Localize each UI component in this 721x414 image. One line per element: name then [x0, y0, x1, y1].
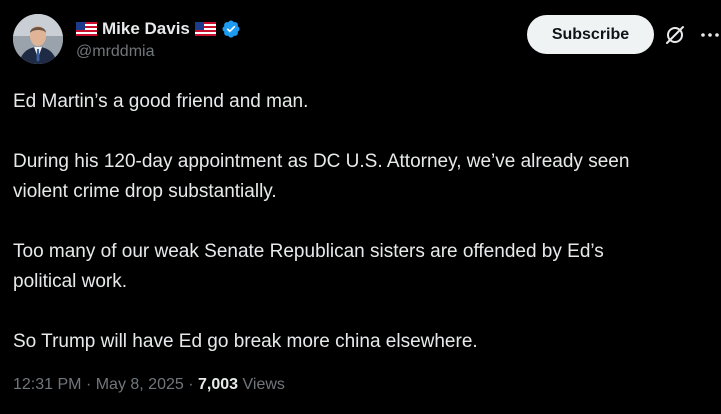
views-label: Views [242, 376, 285, 393]
tweet-line: violent crime drop substantially. [13, 181, 277, 202]
tweet-paragraph: During his 120-day appointment as DC U.S… [13, 147, 721, 207]
tweet-line: political work. [13, 271, 128, 292]
views-count: 7,003 [198, 376, 239, 393]
meta-separator: · [85, 376, 92, 393]
meta-separator: · [188, 376, 194, 393]
tweet-container: Mike Davis @mrddmia Subscribe Ed Martin’… [0, 0, 721, 414]
subscribe-button[interactable]: Subscribe [527, 15, 654, 54]
author-name-row[interactable]: Mike Davis [76, 17, 241, 41]
verified-badge-icon[interactable] [221, 19, 241, 39]
tweet-line: Ed Martin’s a good friend and man. [13, 91, 309, 112]
tweet-paragraph: Ed Martin’s a good friend and man. [13, 87, 721, 117]
tweet-line: So Trump will have Ed go break more chin… [13, 331, 478, 352]
us-flag-icon [76, 22, 97, 36]
tweet-timestamp-link[interactable]: 12:31 PM · May 8, 2025 [13, 376, 184, 393]
author-display-name[interactable]: Mike Davis [102, 19, 190, 39]
us-flag-icon [194, 22, 216, 36]
tweet-line: During his 120-day appointment as DC U.S… [13, 151, 630, 172]
tweet-line: Too many of our weak Senate Republican s… [13, 241, 604, 262]
tweet-time: 12:31 PM [13, 376, 82, 393]
tweet-paragraph: Too many of our weak Senate Republican s… [13, 237, 721, 297]
tweet-paragraph: So Trump will have Ed go break more chin… [13, 327, 721, 357]
tweet-meta: 12:31 PM · May 8, 2025 · 7,003 Views [13, 376, 285, 394]
profile-photo-icon [13, 14, 63, 64]
more-options-icon[interactable] [699, 24, 721, 46]
tweet-text: Ed Martin’s a good friend and man. Durin… [13, 87, 721, 357]
avatar[interactable] [13, 14, 63, 64]
grok-icon[interactable] [664, 24, 686, 46]
author-handle[interactable]: @mrddmia [76, 43, 154, 61]
tweet-date: May 8, 2025 [95, 376, 184, 393]
